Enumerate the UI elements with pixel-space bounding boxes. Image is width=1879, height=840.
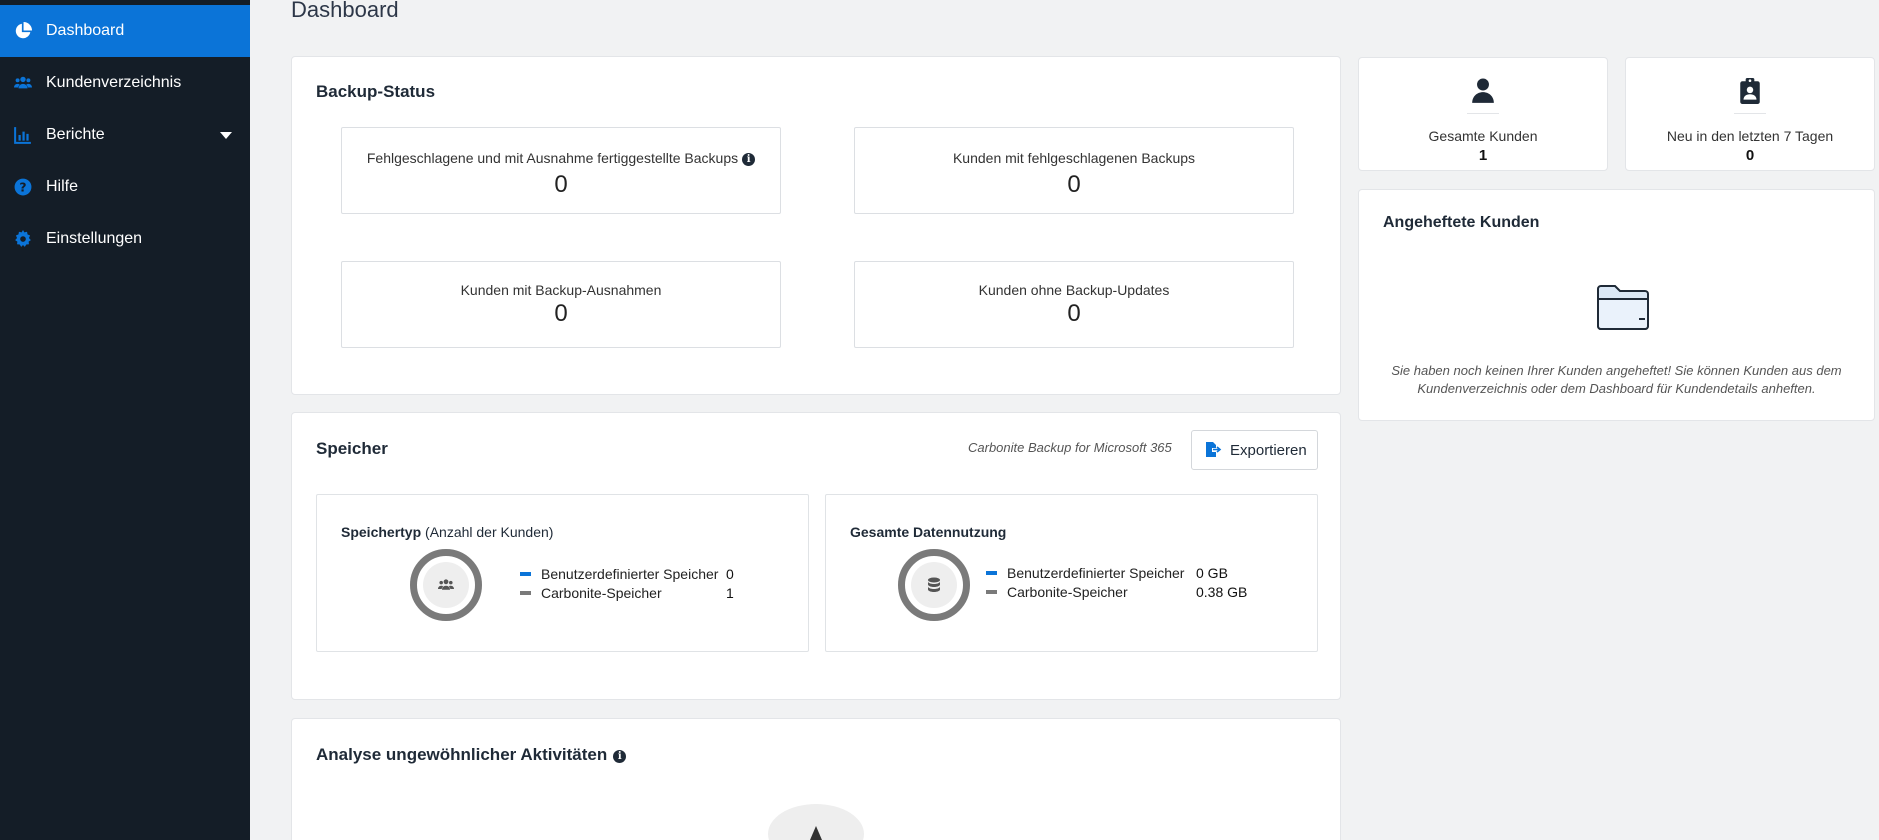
- divider: [1467, 113, 1499, 114]
- sidebar-item-label: Kundenverzeichnis: [46, 74, 182, 91]
- sidebar-item-label: Hilfe: [46, 178, 79, 195]
- divider: [1734, 113, 1766, 114]
- warning-icon: [810, 826, 822, 840]
- legend-item: Benutzerdefinierter Speicher: [520, 566, 718, 582]
- sidebar-item-berichte[interactable]: Berichte: [0, 109, 250, 161]
- folder-icon: [1597, 285, 1649, 330]
- pie-chart-icon: [0, 22, 46, 40]
- kpi-new-last-7-days[interactable]: Neu in den letzten 7 Tagen 0: [1625, 57, 1875, 171]
- data-usage-title: Gesamte Datennutzung: [850, 524, 1007, 540]
- backup-status-card: Backup-Status Fehlgeschlagene und mit Au…: [291, 56, 1341, 395]
- pinned-customers-card: Angeheftete Kunden Sie haben noch keinen…: [1358, 189, 1875, 421]
- info-icon[interactable]: i: [613, 750, 627, 763]
- sidebar-item-dashboard[interactable]: Dashboard: [0, 5, 250, 57]
- data-usage-panel: Gesamte Datennutzung Benutzerdefinierter…: [825, 494, 1318, 652]
- sidebar-item-label: Dashboard: [46, 22, 125, 39]
- users-icon: [423, 562, 469, 608]
- stat-customers-backup-exceptions[interactable]: Kunden mit Backup-Ausnahmen 0: [341, 261, 781, 348]
- export-label: Exportieren: [1230, 441, 1307, 459]
- stat-value: 0: [554, 171, 568, 198]
- kpi-total-customers[interactable]: Gesamte Kunden 1: [1358, 57, 1608, 171]
- stat-label: Kunden mit Backup-Ausnahmen: [460, 282, 662, 298]
- legend-swatch-grey: [520, 591, 531, 595]
- sidebar-item-einstellungen[interactable]: Einstellungen: [0, 213, 250, 265]
- anomaly-title: Analyse ungewöhnlicher Aktivitäten i: [316, 745, 627, 765]
- svg-text:?: ?: [19, 181, 26, 195]
- page-title: Dashboard: [291, 0, 399, 22]
- storage-product: Carbonite Backup for Microsoft 365: [968, 440, 1172, 455]
- users-icon: [0, 74, 46, 92]
- legend-item: Carbonite-Speicher: [520, 585, 662, 601]
- storage-title: Speicher: [316, 439, 388, 458]
- stat-label: Kunden ohne Backup-Updates: [978, 282, 1170, 298]
- stat-value: 0: [554, 300, 568, 327]
- clipboard-user-icon: [1740, 78, 1760, 104]
- backup-status-title: Backup-Status: [316, 82, 436, 101]
- file-export-icon: [1206, 442, 1222, 457]
- kpi-label: Neu in den letzten 7 Tagen: [1666, 128, 1834, 144]
- stat-failed-backups[interactable]: Fehlgeschlagene und mit Ausnahme fertigg…: [341, 127, 781, 214]
- sidebar-item-hilfe[interactable]: ? Hilfe: [0, 161, 250, 213]
- database-icon: [911, 562, 957, 608]
- export-button[interactable]: Exportieren: [1191, 430, 1318, 470]
- legend-item: Carbonite-Speicher: [986, 584, 1128, 600]
- anomaly-chart-placeholder: [768, 804, 864, 840]
- kpi-value: 0: [1745, 147, 1755, 164]
- stat-value: 0: [1067, 300, 1081, 327]
- user-icon: [1472, 78, 1494, 103]
- anomaly-card: Analyse ungewöhnlicher Aktivitäten i: [291, 718, 1341, 840]
- pinned-title: Angeheftete Kunden: [1383, 214, 1540, 231]
- legend-swatch-grey: [986, 590, 997, 594]
- storage-type-panel: Speichertyp (Anzahl der Kunden) Benutzer…: [316, 494, 809, 652]
- legend-item: Benutzerdefinierter Speicher: [986, 565, 1184, 581]
- sidebar-item-kundenverzeichnis[interactable]: Kundenverzeichnis: [0, 57, 250, 109]
- storage-type-donut[interactable]: [410, 549, 482, 621]
- stat-customers-failed-backups[interactable]: Kunden mit fehlgeschlagenen Backups 0: [854, 127, 1294, 214]
- legend-value: 1: [726, 585, 734, 601]
- stat-value: 0: [1067, 171, 1081, 198]
- stat-label: Fehlgeschlagene und mit Ausnahme fertigg…: [342, 150, 780, 166]
- sidebar: Dashboard Kundenverzeichnis Berichte ? H…: [0, 0, 250, 840]
- help-circle-icon: ?: [0, 178, 46, 196]
- stat-customers-no-backup-updates[interactable]: Kunden ohne Backup-Updates 0: [854, 261, 1294, 348]
- legend-swatch-blue: [986, 571, 997, 575]
- storage-card: Speicher Carbonite Backup for Microsoft …: [291, 412, 1341, 700]
- sidebar-item-label: Einstellungen: [46, 230, 143, 247]
- gear-icon: [0, 230, 46, 248]
- legend-value: 0: [726, 566, 734, 582]
- stat-label: Kunden mit fehlgeschlagenen Backups: [952, 150, 1196, 166]
- kpi-value: 1: [1478, 147, 1488, 164]
- info-icon[interactable]: i: [742, 153, 756, 166]
- bar-chart-icon: [0, 126, 46, 144]
- storage-type-title: Speichertyp (Anzahl der Kunden): [341, 524, 554, 540]
- chevron-down-icon[interactable]: [220, 132, 232, 139]
- legend-swatch-blue: [520, 572, 531, 576]
- legend-value: 0.38 GB: [1196, 584, 1248, 600]
- kpi-label: Gesamte Kunden: [1428, 128, 1538, 144]
- data-usage-donut[interactable]: [898, 549, 970, 621]
- pinned-empty-message: Sie haben noch keinen Ihrer Kunden angeh…: [1391, 363, 1842, 396]
- legend-value: 0 GB: [1196, 565, 1228, 581]
- sidebar-item-label: Berichte: [46, 126, 105, 143]
